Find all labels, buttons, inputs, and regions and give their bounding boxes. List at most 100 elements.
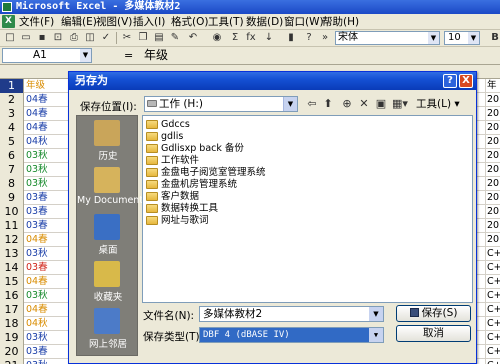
font-selector[interactable]: 宋体 ▼ [335, 31, 440, 45]
search-web-icon[interactable]: ⊕ [340, 96, 354, 112]
views-icon[interactable]: ▦▾ [391, 96, 409, 112]
chevron-down-icon[interactable]: ▼ [80, 49, 91, 62]
row-number[interactable]: 20 [0, 345, 24, 359]
file-type-select[interactable]: DBF 4 (dBASE IV) ▼ [199, 327, 384, 343]
row-number[interactable]: 2 [0, 93, 24, 107]
save-icon[interactable]: ▪ [35, 31, 49, 45]
bold-button[interactable]: B [488, 31, 500, 45]
menu-file[interactable]: 文件(F) [19, 14, 54, 30]
row-number[interactable]: 16 [0, 289, 24, 303]
save-button[interactable]: 保存(S) [396, 305, 471, 322]
chevron-down-icon[interactable]: ▼ [428, 32, 439, 44]
print-preview-icon[interactable]: ◫ [83, 31, 97, 45]
row-number[interactable]: 10 [0, 205, 24, 219]
cell-d[interactable]: 20 [487, 121, 500, 135]
row-number[interactable]: 19 [0, 331, 24, 345]
function-icon[interactable]: fx [244, 31, 258, 45]
cell-d[interactable]: 20 [487, 205, 500, 219]
cell-d[interactable]: C+ [487, 289, 500, 303]
copy-icon[interactable]: ❐ [136, 31, 150, 45]
row-number[interactable]: 9 [0, 191, 24, 205]
place-history[interactable]: 历史 [77, 118, 139, 164]
file-name-input[interactable]: 多媒体教材2 ▼ [199, 306, 384, 322]
paste-icon[interactable]: ▤ [152, 31, 166, 45]
hyperlink-icon[interactable]: ◉ [210, 31, 224, 45]
row-number[interactable]: 14 [0, 261, 24, 275]
place-my-documents[interactable]: My Documents [77, 165, 148, 211]
cell-d[interactable]: 20 [487, 135, 500, 149]
chevron-down-icon[interactable]: ▼ [369, 328, 383, 342]
row-number[interactable]: 1 [0, 79, 24, 93]
cell-d[interactable]: 年 [487, 79, 500, 93]
spelling-icon[interactable]: ✓ [99, 31, 113, 45]
menu-window[interactable]: 窗口(W) [284, 14, 324, 30]
row-number[interactable]: 13 [0, 247, 24, 261]
list-item[interactable]: Gdccs [146, 119, 190, 131]
new-folder-icon[interactable]: ▣ [374, 96, 388, 112]
excel-doc-icon[interactable]: X [2, 15, 15, 28]
cell-d[interactable]: C+ [487, 345, 500, 359]
cell-d[interactable]: 20 [487, 177, 500, 191]
cell-d[interactable]: 20 [487, 163, 500, 177]
place-desktop[interactable]: 桌面 [77, 212, 139, 258]
file-list[interactable]: Gdccs gdlis Gdlisxp back 备份 工作软件 金盘电子阅览室管理系统… [142, 115, 473, 303]
cell-d[interactable]: C+ [487, 359, 500, 364]
cell-d[interactable]: 20 [487, 191, 500, 205]
list-item[interactable]: 金盘机房管理系统 [146, 179, 237, 191]
row-number[interactable]: 11 [0, 219, 24, 233]
cell-d[interactable]: C+ [487, 303, 500, 317]
new-icon[interactable]: □ [3, 31, 17, 45]
list-item[interactable]: Gdlisxp back 备份 [146, 143, 244, 155]
cell-d[interactable]: 20 [487, 107, 500, 121]
cell-d[interactable]: C+ [487, 275, 500, 289]
cancel-button[interactable]: 取消 [396, 325, 471, 342]
help-icon[interactable]: ? [302, 31, 316, 45]
menu-tools[interactable]: 工具(T) [208, 14, 244, 30]
row-number[interactable]: 3 [0, 107, 24, 121]
row-number[interactable]: 7 [0, 163, 24, 177]
open-icon[interactable]: ▭ [19, 31, 33, 45]
row-number[interactable]: 18 [0, 317, 24, 331]
dialog-help-button[interactable]: ? [443, 74, 457, 88]
font-size-selector[interactable]: 10 ▼ [444, 31, 480, 45]
autosum-icon[interactable]: Σ [228, 31, 242, 45]
dialog-close-button[interactable]: X [459, 74, 473, 88]
cell-d[interactable]: 20 [487, 219, 500, 233]
list-item[interactable]: 金盘电子阅览室管理系统 [146, 167, 266, 179]
row-number[interactable]: 4 [0, 121, 24, 135]
menu-data[interactable]: 数据(D) [246, 14, 283, 30]
place-network[interactable]: 网上邻居 [77, 306, 139, 352]
row-number[interactable]: 8 [0, 177, 24, 191]
formula-content[interactable]: 年级 [144, 47, 168, 64]
menu-view[interactable]: 视图(V) [96, 14, 132, 30]
list-item[interactable]: gdlis [146, 131, 183, 143]
row-number[interactable]: 21 [0, 359, 24, 364]
cell-d[interactable]: C+ [487, 247, 500, 261]
place-favorites[interactable]: 收藏夹 [77, 259, 139, 305]
list-item[interactable]: 客户数据 [146, 191, 199, 203]
cell-d[interactable]: 20 [487, 149, 500, 163]
menu-edit[interactable]: 编辑(E) [61, 14, 97, 30]
menu-format[interactable]: 格式(O) [171, 14, 208, 30]
permission-icon[interactable]: ⊡ [51, 31, 65, 45]
chevron-down-icon[interactable]: ▼ [283, 97, 297, 111]
cell-d[interactable]: 20 [487, 93, 500, 107]
toolbar-options-icon[interactable]: » [318, 31, 332, 45]
row-number[interactable]: 12 [0, 233, 24, 247]
format-painter-icon[interactable]: ✎ [168, 31, 182, 45]
row-number[interactable]: 5 [0, 135, 24, 149]
tools-menu[interactable]: 工具(L) ▾ [416, 96, 460, 112]
list-item[interactable]: 工作软件 [146, 155, 199, 167]
menu-insert[interactable]: 插入(I) [133, 14, 165, 30]
print-icon[interactable]: ⎙ [67, 31, 81, 45]
cell-d[interactable]: C+ [487, 331, 500, 345]
sort-ascending-icon[interactable]: ↓ [262, 31, 276, 45]
list-item[interactable]: 网址与歌词 [146, 215, 209, 227]
delete-icon[interactable]: ✕ [357, 96, 371, 112]
chevron-down-icon[interactable]: ▼ [369, 307, 383, 321]
undo-icon[interactable]: ↶ [186, 31, 200, 45]
row-number[interactable]: 15 [0, 275, 24, 289]
menu-help[interactable]: 帮助(H) [322, 14, 359, 30]
name-box[interactable]: A1 ▼ [2, 48, 92, 63]
cell-d[interactable]: C+ [487, 317, 500, 331]
